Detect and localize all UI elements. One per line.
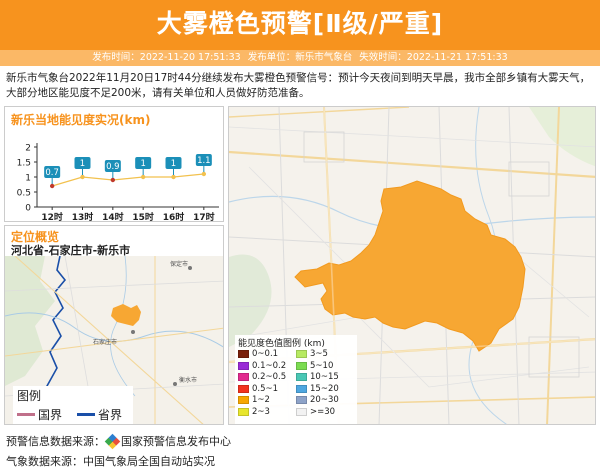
legend-item: 5~10 [296,361,354,372]
legend-item: 20~30 [296,395,354,406]
warning-title: 大雾橙色预警[Ⅱ级/严重] [156,9,444,38]
legend-swatch [296,407,307,416]
warning-meta-bar: 发布时间：2022-11-20 17:51:33 发布单位：新乐市气象台 失效时… [0,50,600,66]
legend-label: 0.1~0.2 [252,360,287,371]
legend-label: 2~3 [252,406,270,417]
legend-label: 3~5 [310,349,328,360]
warning-description: 新乐市气象台2022年11月20日17时44分继续发布大雾橙色预警信号：预计今天… [6,72,591,99]
warning-header: 大雾橙色预警[Ⅱ级/严重] 发布时间：2022-11-20 17:51:33 发… [0,0,600,66]
legend-label: 20~30 [310,395,339,406]
city-label-baoding: 保定市 [170,260,188,268]
legend-swatch [296,396,307,405]
visibility-point [140,174,146,180]
legend-item-province-border: 省界 [77,406,122,423]
visibility-point [80,174,85,180]
legend-item: >=30 [296,407,354,418]
x-tick-label: 15时 [132,211,154,223]
legend-swatch [238,396,249,405]
city-label-shijiazhuang: 石家庄市 [93,338,117,346]
overview-legend-title: 图例 [17,389,42,403]
visibility-point [49,183,55,189]
legend-item: 0~0.1 [238,349,296,360]
legend-swatch [238,407,249,416]
x-tick-label: 12时 [41,211,63,223]
legend-item: 1~2 [238,395,296,406]
legend-label: 5~10 [310,360,334,371]
legend-swatch [296,384,307,393]
legend-swatch [238,361,249,370]
weather-data-source: 气象数据来源：中国气象局全国自动站实况 [6,455,215,468]
main-map[interactable]: 能见度色值图例 (km) 0~0.1 3~5 0.1~0.2 5~10 0.2~0.5 1… [228,106,596,425]
overview-legend: 图例 国界 省界 [13,386,133,424]
x-tick-label: 17时 [193,211,215,223]
province-border-line-icon [77,413,95,416]
y-tick-label: 2 [25,144,31,154]
visibility-color-legend: 能见度色值图例 (km) 0~0.1 3~5 0.1~0.2 5~10 0.2~0.5 1… [235,335,357,424]
value-label: 0.9 [106,162,120,172]
value-label: 0.7 [45,168,59,178]
legend-swatch [296,373,307,382]
legend-item: 10~15 [296,372,354,383]
legend-label: 10~15 [310,372,339,383]
visibility-point [201,171,207,177]
visibility-panel: 0 0.5 1 1.5 2 12时 13时 14时 15时 16时 17时 0.7 1 0.9 1 1 1.1 … [4,106,224,223]
x-tick-label: 14时 [102,211,124,223]
location-path: 河北省-石家庄市-新乐市 [11,244,131,257]
location-panel: 定位概览 河北省-石家庄市-新乐市 保定市 石家庄市 衡水市 图例 国界 省界 [4,225,224,425]
visibility-point [171,174,176,180]
legend-item: 3~5 [296,349,354,360]
y-tick-label: 0.5 [17,189,31,199]
national-border-line-icon [17,413,35,416]
legend-swatch [238,350,249,359]
legend-label: 0.5~1 [252,383,279,394]
legend-label: 1~2 [252,395,270,406]
y-tick-label: 0 [25,204,31,214]
legend-item-national-border: 国界 [17,406,62,423]
expire-time: 失效时间：2022-11-21 17:51:33 [359,52,508,63]
legend-swatch [238,373,249,382]
warning-source-name[interactable]: 国家预警信息发布中心 [121,433,231,449]
publisher: 发布单位：新乐市气象台 [247,52,353,63]
legend-item: 0.2~0.5 [238,372,296,383]
warning-center-logo-icon [104,433,121,449]
warning-source: 预警信息数据来源： 国家预警信息发布中心 [6,433,231,449]
warning-source-label: 预警信息数据来源： [6,435,105,448]
legend-swatch [296,361,307,370]
legend-swatch [296,350,307,359]
x-tick-label: 16时 [163,211,185,223]
legend-label: 0~0.1 [252,349,279,360]
legend-label: 0.2~0.5 [252,372,287,383]
legend-swatch [238,384,249,393]
y-tick-label: 1.5 [17,159,31,169]
y-tick-label: 1 [25,174,31,184]
legend-item: 2~3 [238,407,296,418]
value-label: 1 [140,159,145,169]
legend-label: >=30 [310,406,336,417]
legend-label: 15~20 [310,383,339,394]
legend-item: 0.5~1 [238,384,296,395]
x-tick-label: 13时 [72,211,94,223]
legend-grid: 0~0.1 3~5 0.1~0.2 5~10 0.2~0.5 10~15 0.5~1 15~2… [238,349,356,417]
publish-time: 发布时间：2022-11-20 17:51:33 [92,52,241,63]
value-label: 1.1 [197,156,211,166]
visibility-panel-title: 新乐当地能见度实况(km) [11,113,151,127]
legend-title: 能见度色值图例 (km) [238,339,325,349]
value-label: 1 [171,159,176,169]
legend-item: 15~20 [296,384,354,395]
visibility-line [51,173,204,187]
value-label: 1 [80,159,85,169]
legend-item: 0.1~0.2 [238,361,296,372]
city-label-hengshui: 衡水市 [179,376,197,384]
visibility-point [110,177,116,183]
